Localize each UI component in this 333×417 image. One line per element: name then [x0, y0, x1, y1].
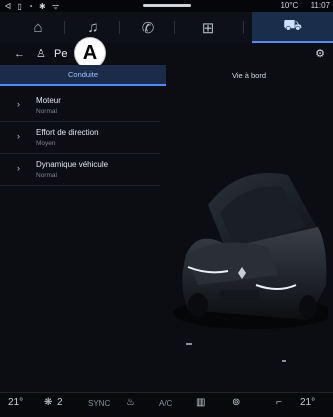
vehicle-illustration	[168, 135, 333, 370]
nav-vehicle[interactable]: ⛟	[252, 12, 333, 43]
nav-apps[interactable]: ⊞	[182, 12, 234, 43]
ac-button[interactable]: A/C	[159, 399, 172, 408]
item-value: Normal	[36, 108, 57, 115]
seat-heat-icon[interactable]: ❋	[44, 397, 52, 408]
nav-divider	[64, 21, 65, 34]
sub-tabs: Conduite Vie à bord	[0, 65, 333, 86]
car-render-icon	[173, 173, 333, 362]
seat-icon[interactable]: ⌐	[276, 397, 282, 408]
nav-home[interactable]: ⌂	[12, 12, 64, 43]
phone-icon: ✆	[141, 19, 155, 37]
seat-count: 2	[57, 397, 63, 408]
back-arrow-icon[interactable]: ←	[14, 48, 25, 60]
status-right: 10°C 11:07	[280, 1, 330, 10]
item-label: Moteur	[36, 96, 61, 105]
rear-defrost-icon[interactable]: ▥	[196, 397, 205, 408]
left-temperature[interactable]: 21°	[8, 397, 23, 408]
status-pill	[143, 4, 191, 7]
top-navigation: ⌂ ♫ ✆ ⊞ ⛟	[0, 12, 333, 43]
list-item-moteur[interactable]: › Moteur Normal	[0, 90, 160, 122]
list-item-effort-direction[interactable]: › Effort de direction Moyen	[0, 122, 160, 154]
item-label: Effort de direction	[36, 128, 99, 137]
car-icon: ⛟	[283, 17, 302, 34]
nav-divider	[243, 21, 244, 34]
nav-phone[interactable]: ✆	[122, 12, 174, 43]
apps-icon: ⊞	[201, 19, 215, 37]
clock: 11:07	[310, 1, 330, 10]
item-value: Moyen	[36, 140, 56, 147]
fan-icon[interactable]: ♨	[126, 397, 135, 408]
outside-temperature: 10°C	[280, 1, 299, 10]
right-temperature[interactable]: 21°	[300, 397, 315, 408]
callout-marker: A	[75, 38, 105, 68]
sync-button[interactable]: SYNC	[88, 399, 110, 408]
tab-vie-a-bord[interactable]: Vie à bord	[166, 65, 332, 86]
item-value: Normal	[36, 172, 57, 179]
nav-divider	[119, 21, 120, 34]
page-title: Pe	[54, 48, 68, 60]
list-item-dynamique-vehicule[interactable]: › Dynamique véhicule Normal	[0, 154, 160, 186]
settings-list: › Moteur Normal › Effort de direction Mo…	[0, 90, 160, 186]
climate-bar: 21° ❋ 2 SYNC ♨ A/C ▥ ⊚ ⌐ 21°	[0, 392, 333, 417]
steering-heat-icon[interactable]: ⊚	[232, 397, 240, 408]
status-bar: ᐊ ▯ ◔ ✱ ᯤ 10°C 11:07	[0, 0, 333, 12]
tab-conduite[interactable]: Conduite	[0, 65, 166, 86]
gear-icon[interactable]: ⚙	[315, 47, 325, 60]
chevron-right-icon: ›	[17, 131, 20, 141]
chevron-right-icon: ›	[17, 99, 20, 109]
status-icons: ᐊ ▯ ◔ ✱ ᯤ	[5, 2, 62, 11]
item-label: Dynamique véhicule	[36, 160, 109, 169]
page-header: ← ♙ Pe ⚙	[0, 43, 333, 65]
home-icon: ⌂	[33, 19, 43, 36]
user-profile-icon[interactable]: ♙	[36, 47, 46, 60]
climate-divider	[0, 392, 333, 393]
nav-divider	[174, 21, 175, 34]
chevron-right-icon: ›	[17, 163, 20, 173]
music-icon: ♫	[87, 19, 99, 36]
